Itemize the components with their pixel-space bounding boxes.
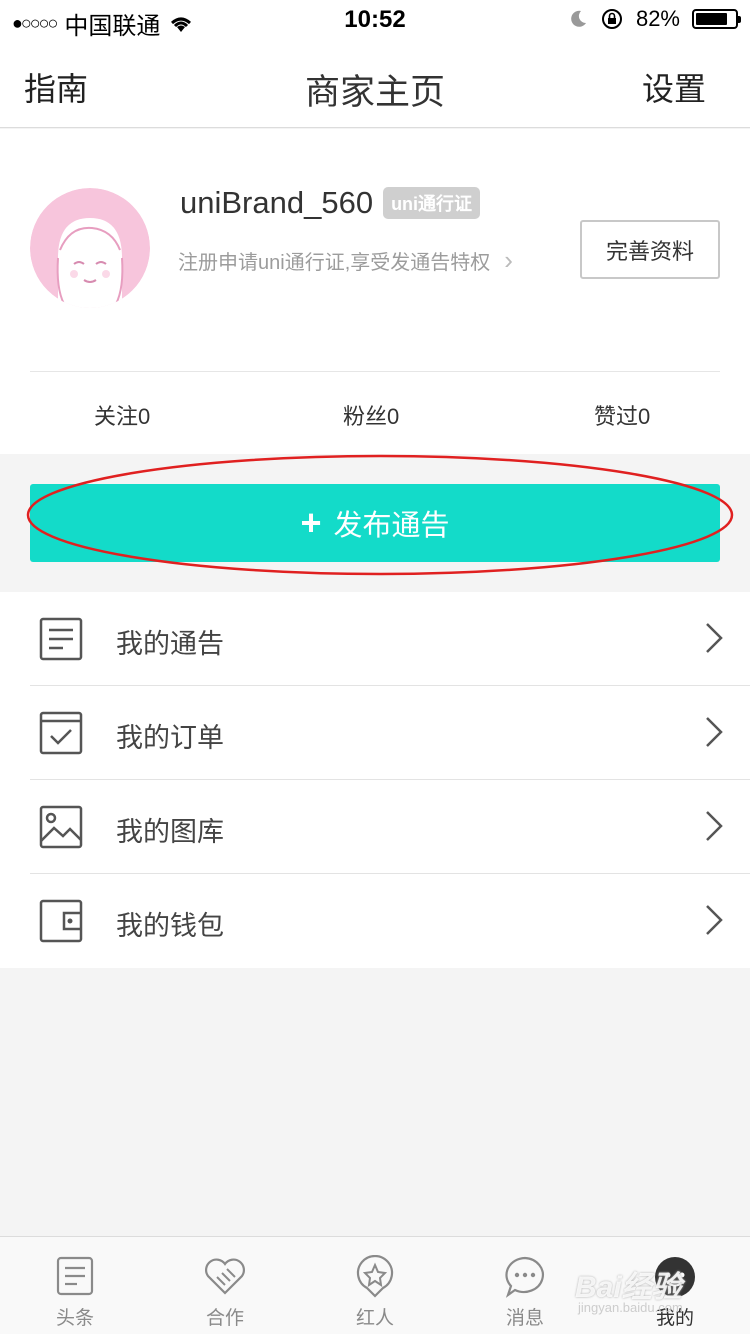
menu-label: 我的通告 [116, 629, 224, 659]
chat-bubble-icon [505, 1256, 544, 1298]
star-badge-icon [356, 1255, 394, 1298]
page-title: 商家主页 [304, 73, 445, 112]
tab-news[interactable]: 头条 [0, 1237, 150, 1334]
settings-button[interactable]: 设置 [642, 64, 706, 110]
plus-icon: + [300, 502, 322, 543]
complete-profile-button[interactable]: 完善资料 [580, 220, 720, 279]
avatar[interactable] [30, 188, 150, 308]
menu-item-my-orders[interactable]: 我的订单 [0, 686, 750, 780]
liked-count[interactable]: 赞过0 [594, 399, 650, 431]
username: uniBrand_560 [180, 185, 374, 220]
document-icon [39, 617, 83, 661]
tab-label: 头条 [55, 1308, 94, 1329]
chevron-right-icon [706, 811, 723, 841]
menu-item-my-gallery[interactable]: 我的图库 [0, 780, 750, 874]
handshake-icon [205, 1258, 245, 1295]
tab-label: 红人 [355, 1308, 394, 1329]
menu-label: 我的钱包 [116, 911, 224, 941]
order-check-icon [39, 711, 83, 755]
uni-pass-badge: uni通行证 [383, 187, 481, 219]
menu-label: 我的图库 [116, 817, 224, 847]
register-tip-text: 注册申请uni通行证,享受发通告特权 [178, 252, 491, 274]
battery-level [696, 13, 728, 25]
follow-count[interactable]: 关注0 [94, 399, 150, 431]
avatar-face-icon [30, 188, 150, 308]
status-right: 82% [568, 6, 741, 32]
status-bar: ●○○○○ 中国联通 10:52 82% [0, 0, 750, 40]
menu-item-my-notices[interactable]: 我的通告 [0, 592, 750, 686]
profile-stats: 关注0 粉丝0 赞过0 [0, 399, 750, 429]
divider [30, 371, 720, 372]
fans-count[interactable]: 粉丝0 [343, 399, 399, 431]
tab-cooperation[interactable]: 合作 [150, 1237, 300, 1334]
wallet-icon [39, 899, 83, 943]
publish-label: 发布通告 [333, 510, 450, 542]
register-pass-link[interactable]: 注册申请uni通行证,享受发通告特权 › [178, 245, 513, 276]
image-icon [39, 805, 83, 849]
menu-item-my-wallet[interactable]: 我的钱包 [0, 874, 750, 968]
tab-label: 合作 [205, 1308, 244, 1329]
moon-icon [571, 10, 586, 27]
navigation-bar: 指南 商家主页 设置 [0, 40, 750, 128]
battery-percent: 82% [635, 6, 680, 31]
profile-card: uniBrand_560 uni通行证 注册申请uni通行证,享受发通告特权 ›… [0, 129, 750, 454]
chevron-right-icon [706, 905, 723, 935]
chevron-right-icon: › [504, 245, 513, 275]
tab-influencers[interactable]: 红人 [300, 1237, 450, 1334]
watermark-url: jingyan.baidu.com [578, 1300, 683, 1315]
menu-label: 我的订单 [116, 723, 224, 753]
chevron-right-icon [706, 623, 723, 653]
battery-icon [692, 9, 741, 29]
news-icon [56, 1256, 94, 1296]
publish-notice-button[interactable]: + 发布通告 [30, 484, 720, 562]
chevron-right-icon [706, 717, 723, 747]
menu-list: 我的通告 我的订单 我的图库 我的钱包 [0, 592, 750, 968]
username-row: uniBrand_560 uni通行证 [180, 185, 481, 221]
rotation-lock-icon [601, 9, 622, 29]
